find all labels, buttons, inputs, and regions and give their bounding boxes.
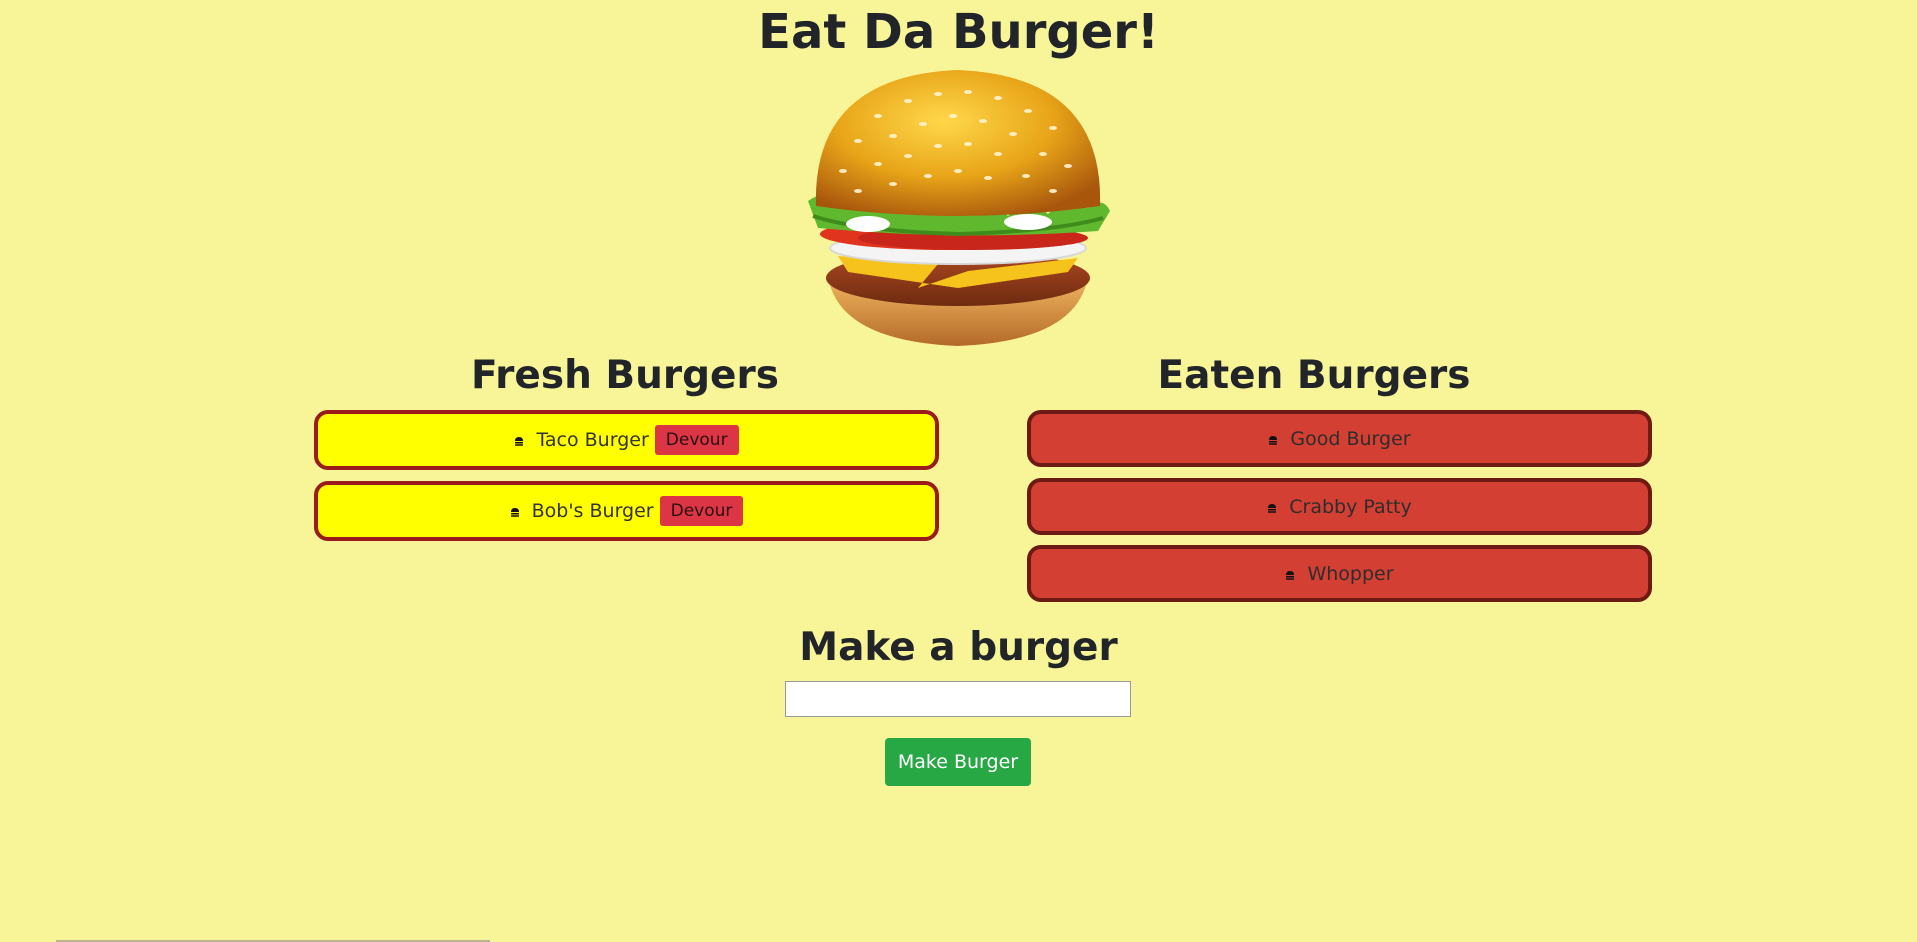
eaten-burgers-heading: Eaten Burgers xyxy=(1157,353,1471,398)
burger-icon xyxy=(514,436,524,446)
fresh-burgers-heading: Fresh Burgers xyxy=(471,353,779,398)
page-title: Eat Da Burger! xyxy=(758,4,1159,60)
page: Eat Da Burger! Fresh Burgers Taco Burger… xyxy=(0,0,1917,942)
burger-name-input[interactable] xyxy=(785,681,1131,717)
eaten-burger-item: Crabby Patty xyxy=(1027,478,1652,535)
burger-icon xyxy=(1267,503,1277,513)
burger-name: Taco Burger xyxy=(536,429,649,451)
burger-name: Whopper xyxy=(1307,562,1394,585)
burger-icon xyxy=(1285,570,1295,580)
burger-image xyxy=(808,70,1110,346)
eaten-burger-item: Whopper xyxy=(1027,545,1652,602)
eaten-burger-item: Good Burger xyxy=(1027,410,1652,467)
devour-button[interactable]: Devour xyxy=(659,496,744,526)
burger-name: Crabby Patty xyxy=(1289,495,1412,518)
burger-icon xyxy=(1268,435,1278,445)
devour-button[interactable]: Devour xyxy=(654,425,739,455)
burger-name: Bob's Burger xyxy=(531,500,654,522)
fresh-burger-item: Taco Burger Devour xyxy=(314,410,939,470)
burger-icon xyxy=(510,507,520,517)
make-burger-heading: Make a burger xyxy=(799,625,1118,670)
fresh-burger-item: Bob's Burger Devour xyxy=(314,481,939,541)
burger-name: Good Burger xyxy=(1290,427,1411,450)
make-burger-button[interactable]: Make Burger xyxy=(885,738,1031,786)
